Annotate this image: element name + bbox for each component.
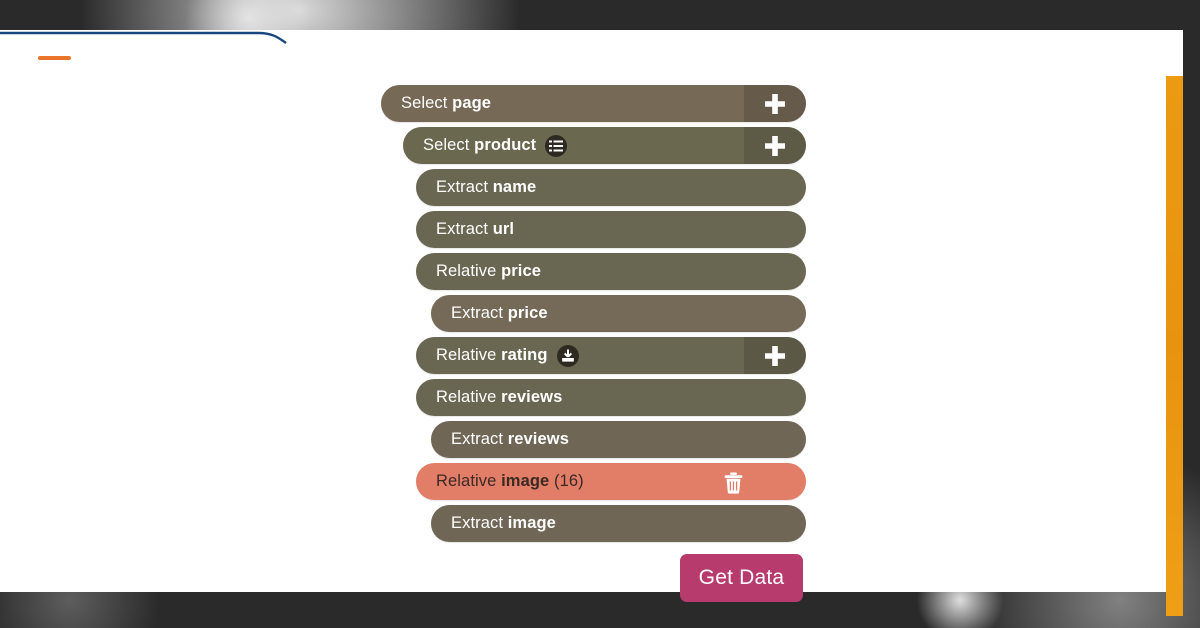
tree-row-extract-name[interactable]: Extract name bbox=[416, 169, 806, 206]
tree-row-extract-image[interactable]: Extract image bbox=[431, 505, 806, 542]
orange-side-rail bbox=[1166, 76, 1183, 616]
tree-row-label: Select product bbox=[423, 136, 537, 154]
content-card: Select page Select product Extract name Ext… bbox=[0, 30, 1183, 616]
tree-row-select-page[interactable]: Select page bbox=[381, 85, 806, 122]
get-data-button[interactable]: Get Data bbox=[680, 554, 803, 602]
selector-tree: Select page Select product Extract name Ext… bbox=[381, 85, 806, 547]
tree-row-label: Extract url bbox=[436, 220, 515, 238]
tree-row-label: Extract name bbox=[436, 178, 537, 196]
download-icon[interactable] bbox=[556, 344, 579, 367]
add-child-button[interactable] bbox=[744, 127, 806, 164]
tree-row-label: Extract price bbox=[451, 304, 548, 322]
add-child-button[interactable] bbox=[744, 337, 806, 374]
blue-swoosh-decoration bbox=[0, 30, 290, 44]
tree-row-relative-rating[interactable]: Relative rating bbox=[416, 337, 806, 374]
orange-underline-decoration bbox=[38, 56, 71, 60]
add-child-button[interactable] bbox=[744, 85, 806, 122]
tree-row-label: Relative reviews bbox=[436, 388, 563, 406]
tree-row-relative-price[interactable]: Relative price bbox=[416, 253, 806, 290]
tree-row-label: Extract image bbox=[451, 514, 556, 532]
tree-row-label: Select page bbox=[401, 94, 492, 112]
tree-row-extract-reviews[interactable]: Extract reviews bbox=[431, 421, 806, 458]
tree-row-extract-price[interactable]: Extract price bbox=[431, 295, 806, 332]
tree-row-extract-url[interactable]: Extract url bbox=[416, 211, 806, 248]
list-icon[interactable] bbox=[545, 134, 568, 157]
tree-row-relative-image[interactable]: Relative image (16) bbox=[416, 463, 806, 500]
tree-row-label: Relative price bbox=[436, 262, 542, 280]
delete-row-trash-icon[interactable] bbox=[721, 471, 745, 495]
tree-row-label: Relative image (16) bbox=[436, 472, 584, 490]
tree-row-label: Extract reviews bbox=[451, 430, 569, 448]
tree-row-label: Relative rating bbox=[436, 346, 548, 364]
tree-row-relative-reviews[interactable]: Relative reviews bbox=[416, 379, 806, 416]
tree-row-select-product[interactable]: Select product bbox=[403, 127, 806, 164]
